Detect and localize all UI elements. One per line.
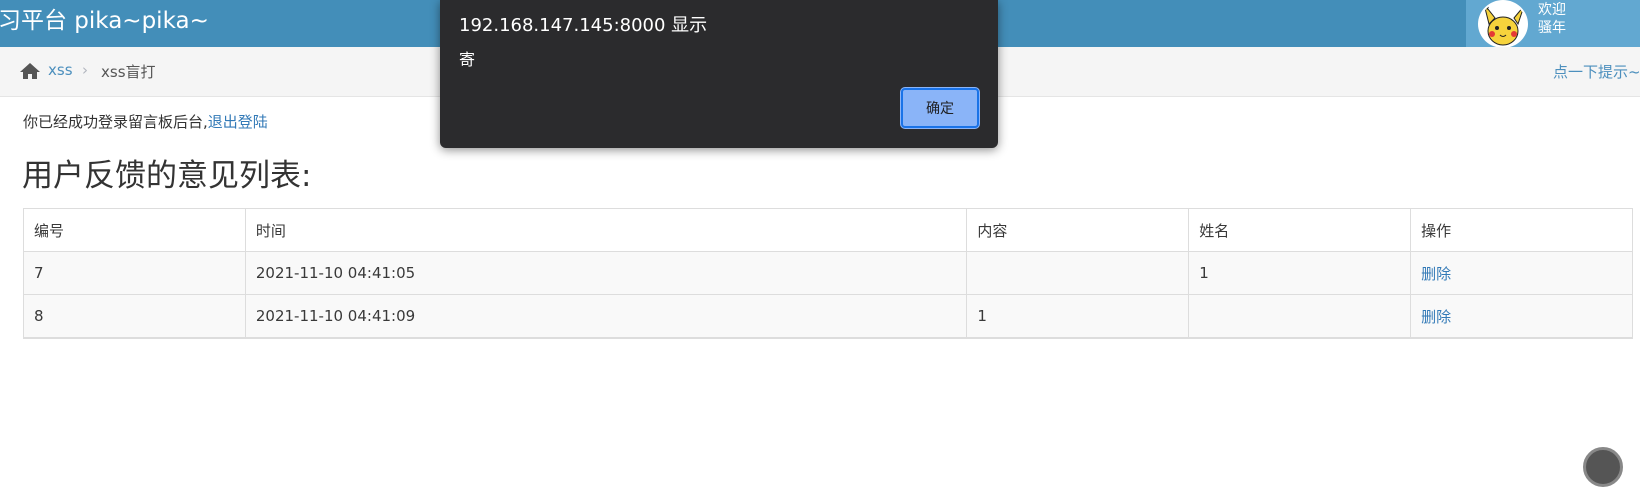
delete-link[interactable]: 删除	[1421, 265, 1451, 283]
breadcrumb-current: xss盲打	[101, 63, 156, 81]
cell-time: 2021-11-10 04:41:09	[244, 294, 968, 339]
table-row: 8 2021-11-10 04:41:09 1 删除	[23, 294, 1633, 339]
column-header-time: 时间	[244, 208, 968, 252]
cell-content	[966, 251, 1190, 295]
feedback-table: 编号 时间 内容 姓名 操作 7 2021-11-10 04:41:05 1 删…	[23, 208, 1633, 339]
cell-action: 删除	[1410, 251, 1633, 295]
user-menu[interactable]: 欢迎 骚年	[1466, 0, 1640, 48]
delete-link[interactable]: 删除	[1421, 308, 1451, 326]
cell-action: 删除	[1410, 294, 1633, 339]
site-brand[interactable]: 习平台 pika~pika~	[0, 6, 209, 36]
table-header-row: 编号 时间 内容 姓名 操作	[23, 208, 1633, 252]
cell-id: 7	[23, 251, 246, 295]
column-header-action: 操作	[1410, 208, 1633, 252]
cell-content: 1	[966, 294, 1190, 339]
login-status-text: 你已经成功登录留言板后台,	[23, 113, 208, 131]
cell-id: 8	[23, 294, 246, 339]
cell-name: 1	[1188, 251, 1412, 295]
logout-link[interactable]: 退出登陆	[208, 113, 268, 131]
scroll-top-button[interactable]	[1583, 447, 1623, 487]
welcome-text: 欢迎 骚年	[1538, 1, 1566, 37]
column-header-name: 姓名	[1188, 208, 1412, 252]
table-row: 7 2021-11-10 04:41:05 1 删除	[23, 251, 1633, 295]
home-icon[interactable]	[19, 62, 41, 80]
breadcrumb-separator: ›	[82, 61, 88, 79]
login-status: 你已经成功登录留言板后台,退出登陆	[23, 111, 268, 132]
avatar	[1478, 0, 1528, 48]
welcome-line2: 骚年	[1538, 20, 1566, 36]
column-header-id: 编号	[23, 208, 246, 252]
alert-origin: 192.168.147.145:8000 显示	[459, 15, 708, 36]
cell-name	[1188, 294, 1412, 339]
column-header-content: 内容	[966, 208, 1190, 252]
alert-ok-button[interactable]: 确定	[901, 88, 979, 128]
alert-dialog: 192.168.147.145:8000 显示 寄 确定	[440, 0, 998, 148]
alert-message: 寄	[459, 50, 476, 69]
breadcrumb-link-xss[interactable]: xss	[48, 61, 73, 79]
page-title: 用户反馈的意见列表:	[22, 158, 312, 194]
welcome-line1: 欢迎	[1538, 2, 1566, 18]
hint-link[interactable]: 点一下提示~	[1553, 61, 1640, 82]
cell-time: 2021-11-10 04:41:05	[244, 251, 968, 295]
